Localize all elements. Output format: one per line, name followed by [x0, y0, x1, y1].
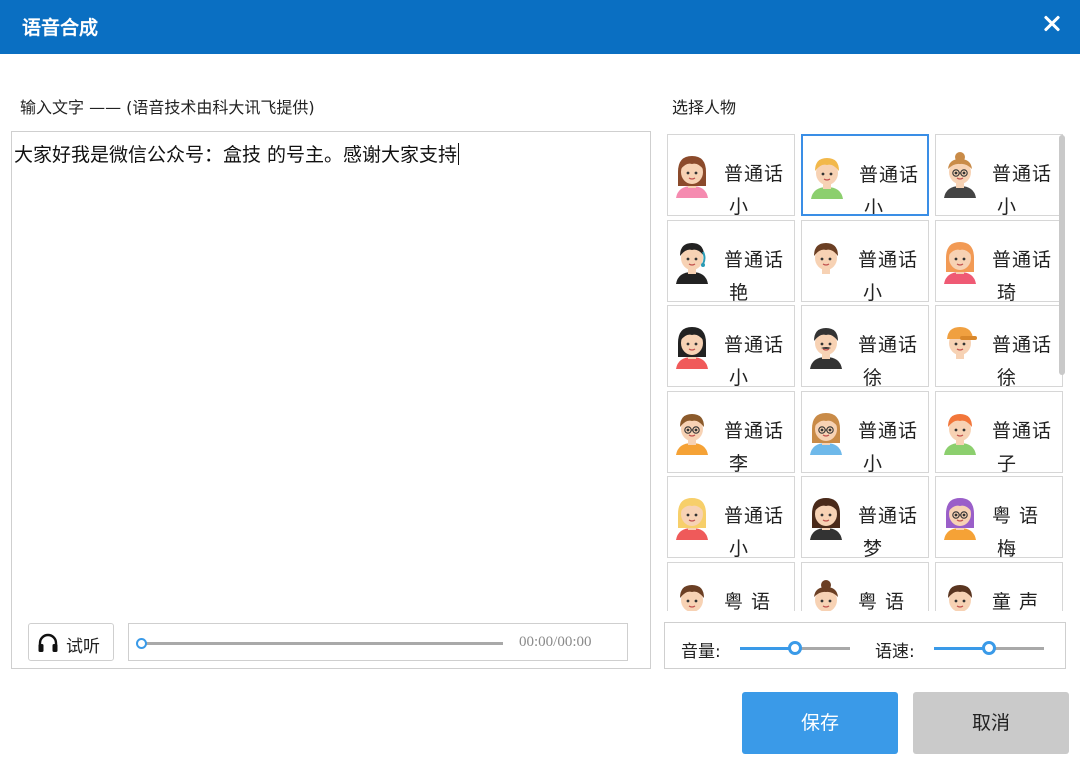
character-name: 小 萍 — [863, 453, 892, 473]
character-card[interactable]: 普通话子 琪 — [935, 391, 1063, 473]
character-card[interactable]: 普通话梦 淳 — [801, 476, 929, 558]
character-card[interactable]: 普通话小 琪 — [667, 134, 795, 216]
character-language: 粤 语 — [724, 591, 772, 611]
character-language: 普通话 — [724, 505, 785, 527]
character-name: 小 梦 — [729, 367, 758, 387]
character-language: 粤 语 — [858, 591, 906, 611]
character-name: 梦 淳 — [863, 538, 892, 558]
speed-label: 语速: — [875, 642, 915, 662]
select-character-label: 选择人物 — [672, 98, 737, 117]
girl-orange-hair-avatar — [940, 238, 980, 284]
man-mustache-avatar — [806, 323, 846, 369]
text-caret — [458, 143, 460, 165]
character-language: 普通话 — [724, 334, 785, 356]
character-name: 小 妍 — [997, 196, 1026, 216]
character-card[interactable]: 粤 语 — [667, 562, 795, 611]
character-language: 普通话 — [992, 334, 1053, 356]
character-language: 童 声 — [992, 591, 1040, 611]
character-language: 普通话 — [724, 163, 785, 185]
character-card[interactable]: 粤 语梅 梅 — [935, 476, 1063, 558]
character-language: 普通话 — [858, 334, 919, 356]
girl-bun-avatar — [806, 580, 846, 611]
cancel-button[interactable]: 取消 — [913, 692, 1069, 754]
boy-glasses-avatar — [672, 409, 712, 455]
character-language: 普通话 — [724, 249, 785, 271]
character-card[interactable]: 普通话小 芳 — [667, 476, 795, 558]
listen-button[interactable]: 试听 — [28, 623, 114, 661]
character-name: 梅 梅 — [997, 538, 1026, 558]
character-language: 普通话 — [858, 249, 919, 271]
character-name: 小 芳 — [729, 538, 758, 558]
character-language: 普通话 — [992, 249, 1053, 271]
playback-thumb[interactable] — [136, 638, 147, 649]
girl-headset-avatar — [672, 238, 712, 284]
text-input-value[interactable]: 大家好我是微信公众号：盒技 的号主。感谢大家支持 — [14, 144, 457, 166]
window-title: 语音合成 — [22, 17, 99, 39]
volume-slider-thumb[interactable] — [788, 641, 802, 655]
character-language: 粤 语 — [992, 505, 1040, 527]
playback-track[interactable] — [139, 642, 503, 645]
character-card[interactable]: 普通话徐 多 — [801, 305, 929, 387]
audio-player: 00:00/00:00 — [128, 623, 628, 661]
boy-cap-avatar — [940, 323, 980, 369]
man-light-avatar — [806, 238, 846, 284]
girl-red-hair-avatar — [940, 409, 980, 455]
input-text-label: 输入文字 —— (语音技术由科大讯飞提供) — [20, 98, 315, 117]
woman-long-hair-avatar — [806, 494, 846, 540]
girl-glasses-avatar — [806, 409, 846, 455]
character-name: 徐 九 — [997, 367, 1026, 387]
character-language: 普通话 — [724, 420, 785, 442]
character-language: 普通话 — [992, 420, 1053, 442]
listen-label: 试听 — [66, 637, 100, 657]
text-input-area[interactable]: 大家好我是微信公众号：盒技 的号主。感谢大家支持 试听 00:00/00:00 — [11, 131, 651, 669]
character-name: 小 宇 — [864, 197, 893, 216]
character-list-scrollbar[interactable] — [1059, 135, 1065, 375]
character-name: 子 琪 — [997, 453, 1026, 473]
title-bar: 语音合成 — [0, 0, 1080, 54]
character-list: 普通话小 琪普通话小 宇普通话小 妍普通话艳 艳普通话小 余普通话琦 琦普通话小… — [664, 131, 1066, 611]
child-avatar — [940, 580, 980, 611]
character-card[interactable]: 普通话李 阳 — [667, 391, 795, 473]
speed-slider-fill — [934, 647, 989, 650]
character-name: 小 余 — [863, 282, 892, 302]
character-card[interactable]: 普通话小 萍 — [801, 391, 929, 473]
girl-pink-avatar — [672, 152, 712, 198]
character-language: 普通话 — [858, 505, 919, 527]
save-button[interactable]: 保存 — [742, 692, 898, 754]
character-card[interactable]: 普通话艳 艳 — [667, 220, 795, 302]
character-name: 李 阳 — [729, 453, 758, 473]
character-card[interactable]: 童 声 — [935, 562, 1063, 611]
character-card[interactable]: 普通话徐 九 — [935, 305, 1063, 387]
playback-time: 00:00/00:00 — [519, 634, 592, 650]
character-name: 徐 多 — [863, 367, 892, 387]
character-card[interactable]: 普通话小 余 — [801, 220, 929, 302]
volume-label: 音量: — [681, 642, 721, 662]
settings-bar: 音量: 语速: — [664, 622, 1066, 669]
girl-black-hair-avatar — [672, 323, 712, 369]
boy-brown-hair-avatar — [672, 580, 712, 611]
character-card[interactable]: 普通话小 宇 — [801, 134, 929, 216]
character-card[interactable]: 普通话琦 琦 — [935, 220, 1063, 302]
character-language: 普通话 — [858, 420, 919, 442]
character-name: 艳 艳 — [729, 282, 758, 302]
girl-blonde-avatar — [672, 494, 712, 540]
character-name: 琦 琦 — [997, 282, 1026, 302]
character-card[interactable]: 普通话小 梦 — [667, 305, 795, 387]
volume-slider-fill — [740, 647, 795, 650]
character-name: 小 琪 — [729, 196, 758, 216]
headphones-icon — [38, 633, 58, 652]
character-language: 普通话 — [992, 163, 1053, 185]
character-card[interactable]: 粤 语 — [801, 562, 929, 611]
woman-purple-hair-avatar — [940, 494, 980, 540]
character-language: 普通话 — [859, 164, 920, 186]
woman-glasses-avatar — [940, 152, 980, 198]
speed-slider-thumb[interactable] — [982, 641, 996, 655]
boy-blond-avatar — [807, 153, 847, 199]
character-card[interactable]: 普通话小 妍 — [935, 134, 1063, 216]
close-icon[interactable] — [1038, 10, 1066, 38]
